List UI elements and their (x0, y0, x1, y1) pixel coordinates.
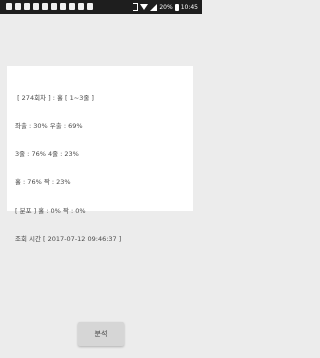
clock: 10:45 (180, 3, 198, 11)
result-text: [ 274회차 ] : 홀 [ 1~3줄 ] 좌출 : 30% 우출 : 69%… (15, 75, 191, 263)
result-line-rows: 3줄 : 76% 4줄 : 23% (15, 150, 79, 159)
notification-icon (42, 3, 48, 10)
notification-icons (6, 3, 93, 10)
analyze-button-label: 분석 (94, 330, 108, 338)
result-line-odd-even: 홀 : 76% 짝 : 23% (15, 178, 71, 187)
notification-icon (6, 3, 12, 10)
notification-icon (15, 3, 21, 10)
notification-icon (33, 3, 39, 10)
result-line-distribution: [ 분포 ] 홀 : 0% 짝 : 0% (15, 206, 86, 215)
notification-icon (87, 3, 93, 10)
status-bar: 20% 10:45 (0, 0, 202, 14)
result-line-round: [ 274회차 ] : 홀 [ 1~3줄 ] (15, 93, 94, 102)
result-card: [ 274회차 ] : 홀 [ 1~3줄 ] 좌출 : 30% 우출 : 69%… (7, 66, 193, 243)
notification-icon (24, 3, 30, 10)
wifi-icon (140, 4, 149, 10)
result-line-query-time: 조회 시간 [ 2017-07-12 09:46:37 ] (15, 234, 122, 243)
battery-icon (174, 3, 179, 11)
result-line-side: 좌출 : 30% 우출 : 69% (15, 122, 83, 131)
system-icons: 20% 10:45 (133, 0, 198, 14)
notification-icon (51, 3, 57, 10)
notification-icon (60, 3, 66, 10)
bluetooth-icon (133, 3, 139, 11)
notification-icon (78, 3, 84, 10)
battery-percent: 20% (159, 3, 173, 11)
signal-icon (150, 3, 158, 11)
analyze-button[interactable]: 분석 (78, 322, 124, 346)
notification-icon (69, 3, 75, 10)
